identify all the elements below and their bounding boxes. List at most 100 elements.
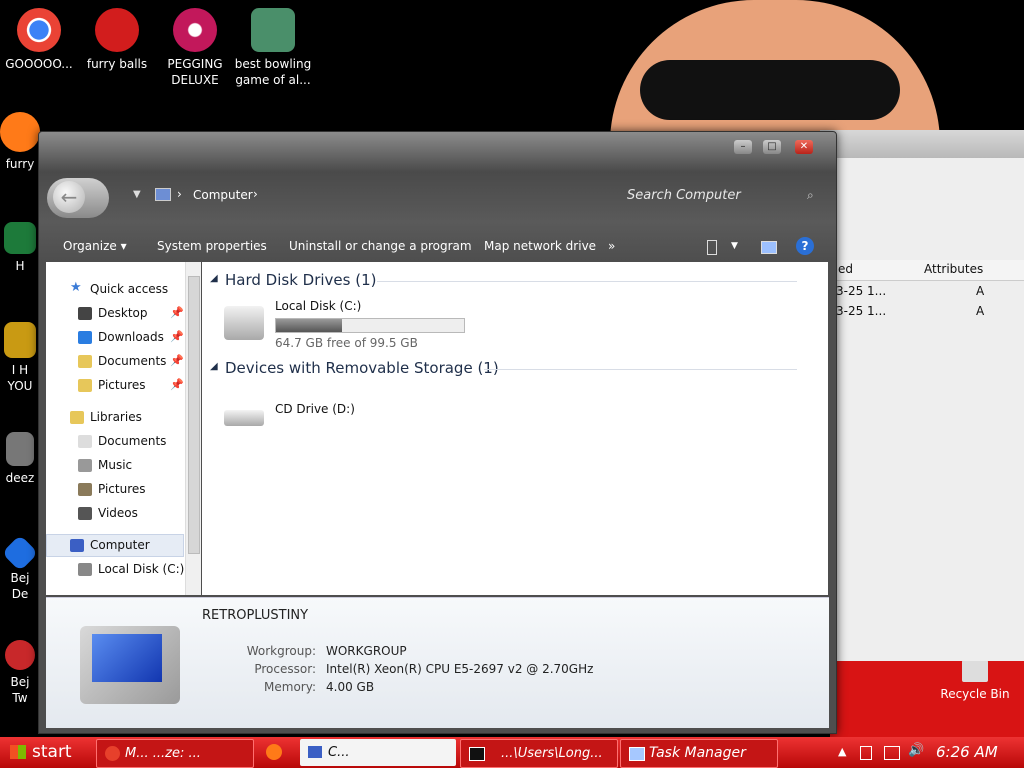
back-forward-buttons[interactable]: ← (47, 178, 109, 218)
music-icon (78, 459, 92, 472)
minimize-button[interactable]: – (734, 140, 752, 154)
gem-icon (1, 534, 39, 572)
desktop-icon-ihy[interactable]: I H YOU (4, 322, 36, 394)
firefox-icon (0, 112, 40, 152)
group-removable-storage[interactable]: Devices with Removable Storage (1) (225, 359, 499, 377)
desktop-icon-bejeweled-deluxe[interactable]: Bej De (1, 534, 39, 602)
help-button[interactable]: ? (796, 237, 814, 255)
computer-name: RETROPLUSTINY (202, 608, 309, 623)
taskbar-item-task-manager[interactable]: Task Manager (620, 739, 778, 768)
column-date[interactable]: ed (838, 262, 853, 276)
close-button[interactable]: ✕ (795, 140, 813, 154)
column-attributes[interactable]: Attributes (924, 262, 983, 276)
search-icon[interactable]: ⌕ (807, 188, 814, 203)
maximize-button[interactable]: □ (763, 140, 781, 154)
clock[interactable]: 6:26 AM (936, 737, 998, 768)
drive-d-name[interactable]: CD Drive (D:) (275, 402, 355, 416)
uninstall-program-button[interactable]: Uninstall or change a program (289, 239, 472, 253)
downloads-icon (78, 331, 92, 344)
nav-pictures[interactable]: Pictures (98, 378, 146, 392)
nav-library-documents[interactable]: Documents (98, 434, 166, 448)
group-hard-disk-drives[interactable]: Hard Disk Drives (1) (225, 271, 376, 289)
desktop-icon-label: furry balls (86, 57, 148, 71)
desktop-icon-deez[interactable]: deez (4, 432, 36, 486)
7zip-icon (469, 747, 485, 761)
content-pane: ◢ Hard Disk Drives (1) Local Disk (C:) 6… (202, 262, 828, 595)
drive-c-usage-fill (276, 319, 342, 332)
more-commands-button[interactable]: » (608, 239, 615, 253)
desktop-icon-bejeweled-twist[interactable]: Bej Tw (4, 640, 36, 706)
videos-icon (78, 507, 92, 520)
system-properties-button[interactable]: System properties (157, 239, 267, 253)
address-crumb-computer[interactable]: Computer (193, 188, 253, 202)
nav-library-pictures[interactable]: Pictures (98, 482, 146, 496)
desktop-icon (78, 307, 92, 320)
desktop-icon-label: furry (5, 157, 35, 171)
desktop-icon-label: Bej De (10, 571, 30, 601)
view-options-icon[interactable] (707, 240, 717, 255)
collapse-arrow-icon[interactable]: ◢ (210, 361, 218, 372)
desktop-icon-label: H (15, 259, 25, 273)
nav-music[interactable]: Music (98, 458, 132, 472)
view-dropdown-icon[interactable]: ▼ (731, 241, 738, 251)
search-input[interactable]: Search Computer (627, 184, 822, 208)
pin-icon[interactable]: 📌 (170, 354, 184, 367)
volume-icon[interactable]: 🔊 (908, 743, 924, 758)
nav-documents[interactable]: Documents (98, 354, 166, 368)
background-window-titlebar[interactable] (820, 130, 1024, 158)
computer-icon (70, 539, 84, 552)
nav-videos[interactable]: Videos (98, 506, 138, 520)
group-divider (484, 369, 797, 370)
taskbar-item-browser[interactable]: M... ...ze: ... (96, 739, 254, 768)
command-toolbar: Organize ▾ System properties Uninstall o… (39, 234, 836, 260)
taskbar-item-explorer[interactable]: C... (300, 739, 456, 766)
desktop-icon-recycle-bin[interactable]: Recycle Bin (936, 660, 1014, 702)
scrollbar-thumb[interactable] (188, 276, 200, 554)
drive-c-usage-bar (275, 318, 465, 333)
recycle-bin-icon (962, 660, 988, 682)
firefox-quicklaunch-icon[interactable] (266, 744, 282, 760)
desktop-icon-bowling[interactable]: best bowling game of al... (234, 8, 312, 88)
collapse-arrow-icon[interactable]: ◢ (210, 273, 218, 284)
pin-icon[interactable]: 📌 (170, 330, 184, 343)
address-separator[interactable]: › (177, 187, 182, 201)
desktop-icon-furry-balls[interactable]: furry balls (78, 8, 156, 72)
address-separator[interactable]: › (253, 187, 258, 201)
network-icon[interactable] (884, 746, 900, 760)
explorer-window[interactable]: – □ ✕ ← ▼ › Computer › Search Computer ⌕… (38, 131, 837, 734)
map-network-drive-button[interactable]: Map network drive (484, 239, 596, 253)
nav-desktop[interactable]: Desktop (98, 306, 148, 320)
nav-quick-access[interactable]: Quick access (90, 282, 168, 296)
desktop-icon-chrome[interactable]: GOOOOO... (0, 8, 78, 72)
monitor-screen (92, 634, 162, 682)
nav-computer[interactable]: Computer (90, 538, 150, 552)
chrome-icon (105, 746, 120, 761)
preview-pane-icon[interactable] (761, 241, 777, 254)
tray-device-icon[interactable] (860, 746, 872, 760)
desktop-icon-pegging-deluxe[interactable]: PEGGING DELUXE (156, 8, 234, 88)
nav-downloads[interactable]: Downloads (98, 330, 164, 344)
pin-icon[interactable]: 📌 (170, 306, 184, 319)
navigation-pane: ★ Quick access Desktop 📌 Downloads 📌 Doc… (46, 262, 185, 595)
tray-expand-icon[interactable]: ▲ (838, 745, 846, 758)
taskbar-item-7zip[interactable]: ...\Users\Long... (460, 739, 618, 768)
background-window[interactable] (820, 130, 1024, 661)
recent-dropdown-icon[interactable]: ▼ (133, 189, 141, 200)
desktop-icon-h[interactable]: H (4, 222, 36, 274)
drive-c-name[interactable]: Local Disk (C:) (275, 299, 361, 313)
taskbar-item-label: M... ...ze: ... (125, 746, 201, 761)
desktop-icon-label: Bej Tw (10, 675, 30, 705)
wallpaper-glasses (640, 60, 900, 120)
nav-scrollbar[interactable] (185, 262, 201, 595)
documents-icon (78, 355, 92, 368)
pin-icon[interactable]: 📌 (170, 378, 184, 391)
nav-local-disk[interactable]: Local Disk (C:) (98, 562, 184, 576)
organize-button[interactable]: Organize ▾ (63, 239, 127, 253)
desktop-icon-firefox[interactable]: furry (0, 112, 40, 172)
start-button[interactable]: start (0, 737, 92, 768)
taskbar: start M... ...ze: ... C... ...\Users\Lon… (0, 737, 1024, 768)
back-arrow-icon[interactable]: ← (53, 181, 85, 213)
background-row-date: 3-25 1... (836, 304, 887, 318)
library-documents-icon (78, 435, 92, 448)
nav-libraries[interactable]: Libraries (90, 410, 142, 424)
